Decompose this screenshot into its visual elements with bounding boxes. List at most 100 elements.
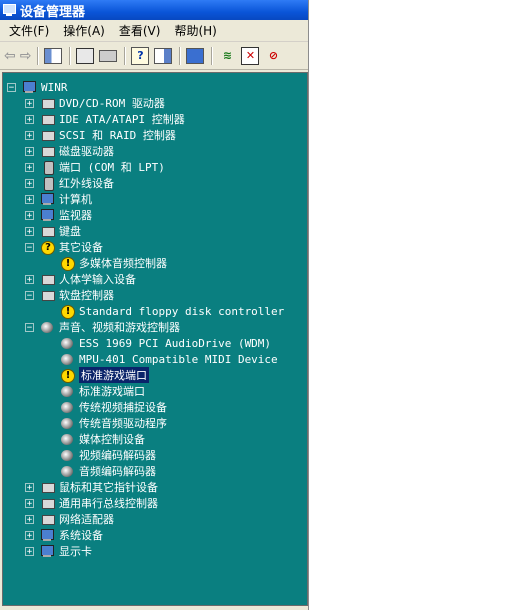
tree-item[interactable]: + 通用串行总线控制器 bbox=[25, 495, 158, 511]
toolbar-separator bbox=[37, 46, 40, 65]
tree-item-label: SCSI 和 RAID 控制器 bbox=[59, 129, 176, 142]
infrared-icon bbox=[40, 176, 56, 191]
expand-toggle[interactable]: + bbox=[25, 162, 34, 172]
expand-toggle[interactable]: + bbox=[25, 146, 34, 156]
back-arrow-icon[interactable]: ⇦ bbox=[4, 48, 16, 64]
expand-toggle[interactable]: + bbox=[25, 514, 34, 524]
tree-item[interactable]: + 网络适配器 bbox=[25, 511, 114, 527]
tree-item[interactable]: −? 其它设备 bbox=[25, 239, 103, 255]
tree-item[interactable]: 媒体控制设备 bbox=[45, 431, 145, 447]
tree-item-label: DVD/CD-ROM 驱动器 bbox=[59, 97, 165, 110]
tree-item[interactable]: ! Standard floppy disk controller bbox=[45, 303, 284, 319]
device-manager-icon bbox=[2, 3, 16, 17]
expand-toggle[interactable]: + bbox=[25, 274, 34, 284]
collapse-toggle[interactable]: − bbox=[25, 290, 34, 300]
usb-icon bbox=[40, 496, 56, 510]
monitor-icon bbox=[40, 208, 56, 222]
tree-item[interactable]: + 系统设备 bbox=[25, 527, 103, 543]
toolbar-separator bbox=[211, 46, 214, 65]
warning-icon: ! bbox=[60, 256, 76, 271]
warning-icon: ! bbox=[60, 304, 76, 319]
collapse-toggle[interactable]: − bbox=[25, 322, 34, 332]
expand-toggle[interactable]: + bbox=[25, 482, 34, 492]
collapse-toggle[interactable]: − bbox=[25, 242, 34, 252]
expand-toggle[interactable]: + bbox=[25, 114, 34, 124]
menu-file[interactable]: 文件(F) bbox=[4, 22, 58, 39]
window-title: 设备管理器 bbox=[20, 4, 86, 20]
update-driver-icon[interactable]: ≋ bbox=[218, 47, 236, 65]
tree-view-icon[interactable] bbox=[44, 47, 63, 65]
network-adapter-icon bbox=[40, 512, 56, 526]
tree-item-label: MPU-401 Compatible MIDI Device bbox=[79, 352, 278, 366]
menu-action[interactable]: 操作(A) bbox=[58, 22, 114, 39]
tree-item-label: 多媒体音频控制器 bbox=[79, 257, 167, 270]
forward-arrow-icon[interactable]: ⇨ bbox=[20, 48, 32, 64]
tree-item-label: 显示卡 bbox=[59, 545, 92, 558]
tree-item[interactable]: + 键盘 bbox=[25, 223, 81, 239]
device-manager-window: 设备管理器 文件(F) 操作(A) 查看(V) 帮助(H) ⇦ ⇨ ? ≋ ✕ … bbox=[0, 0, 309, 610]
device-tree[interactable]: − WINR + DVD/CD-ROM 驱动器 + IDE ATA/ATAPI 控制器… bbox=[2, 72, 308, 606]
tree-item[interactable]: + 显示卡 bbox=[25, 543, 92, 559]
tree-item[interactable]: − 声音、视频和游戏控制器 bbox=[25, 319, 180, 335]
tree-item[interactable]: − 软盘控制器 bbox=[25, 287, 114, 303]
tree-item[interactable]: ESS 1969 PCI AudioDrive (WDM) bbox=[45, 335, 271, 351]
toolbar: ⇦ ⇨ ? ≋ ✕ ⊘ bbox=[0, 42, 308, 70]
properties-icon[interactable] bbox=[76, 47, 95, 65]
tree-item[interactable]: + 鼠标和其它指针设备 bbox=[25, 479, 158, 495]
tree-item[interactable]: + IDE ATA/ATAPI 控制器 bbox=[25, 111, 185, 127]
scsi-icon bbox=[40, 128, 56, 142]
tree-item[interactable]: 传统视频捕捉设备 bbox=[45, 399, 167, 415]
tree-item[interactable]: 视频编码解码器 bbox=[45, 447, 156, 463]
tree-item-label: 系统设备 bbox=[59, 529, 103, 542]
tree-item-label: 端口 (COM 和 LPT) bbox=[59, 161, 165, 174]
expand-toggle[interactable]: + bbox=[25, 546, 34, 556]
expand-toggle[interactable]: + bbox=[25, 178, 34, 188]
expand-toggle[interactable]: + bbox=[25, 194, 34, 204]
disk-drive-icon bbox=[40, 144, 56, 158]
menu-help[interactable]: 帮助(H) bbox=[169, 22, 225, 39]
toolbar-separator bbox=[69, 46, 72, 65]
tree-item-label: 软盘控制器 bbox=[59, 289, 114, 302]
disable-icon[interactable]: ⊘ bbox=[264, 47, 282, 65]
tree-item[interactable]: 传统音频驱动程序 bbox=[45, 415, 167, 431]
tree-item-label: 网络适配器 bbox=[59, 513, 114, 526]
tree-item[interactable]: + 人体学输入设备 bbox=[25, 271, 136, 287]
tree-item[interactable]: 标准游戏端口 bbox=[45, 383, 145, 399]
expand-toggle[interactable]: + bbox=[25, 498, 34, 508]
console-icon[interactable] bbox=[154, 47, 173, 65]
scan-hardware-icon[interactable] bbox=[186, 47, 205, 65]
computer-icon bbox=[40, 192, 56, 206]
menu-view[interactable]: 查看(V) bbox=[114, 22, 170, 39]
speaker-icon bbox=[60, 400, 76, 414]
tree-item-label: 键盘 bbox=[59, 225, 81, 238]
tree-item[interactable]: + DVD/CD-ROM 驱动器 bbox=[25, 95, 165, 111]
speaker-icon bbox=[60, 352, 76, 366]
tree-item[interactable]: 音频编码解码器 bbox=[45, 463, 156, 479]
tree-item[interactable]: ! 标准游戏端口 bbox=[45, 367, 149, 383]
expand-toggle[interactable]: + bbox=[25, 210, 34, 220]
collapse-toggle[interactable]: − bbox=[7, 82, 16, 92]
title-bar[interactable]: 设备管理器 bbox=[0, 0, 308, 20]
hid-icon bbox=[40, 272, 56, 286]
tree-item[interactable]: + 监视器 bbox=[25, 207, 92, 223]
tree-item-label: 标准游戏端口 bbox=[79, 367, 149, 383]
tree-item[interactable]: + 端口 (COM 和 LPT) bbox=[25, 159, 165, 175]
speaker-icon bbox=[60, 416, 76, 430]
tree-root-label: WINR bbox=[41, 80, 68, 94]
tree-item[interactable]: + 磁盘驱动器 bbox=[25, 143, 114, 159]
tree-item[interactable]: + SCSI 和 RAID 控制器 bbox=[25, 127, 176, 143]
tree-item[interactable]: MPU-401 Compatible MIDI Device bbox=[45, 351, 278, 367]
tree-item[interactable]: + 计算机 bbox=[25, 191, 92, 207]
tree-item[interactable]: ! 多媒体音频控制器 bbox=[45, 255, 167, 271]
warning-icon: ! bbox=[60, 368, 76, 383]
uninstall-icon[interactable]: ✕ bbox=[241, 46, 260, 65]
toolbar-separator bbox=[124, 46, 127, 65]
expand-toggle[interactable]: + bbox=[25, 98, 34, 108]
tree-item[interactable]: + 红外线设备 bbox=[25, 175, 114, 191]
expand-toggle[interactable]: + bbox=[25, 226, 34, 236]
expand-toggle[interactable]: + bbox=[25, 530, 34, 540]
tree-root[interactable]: − WINR bbox=[7, 79, 68, 95]
help-icon[interactable]: ? bbox=[131, 46, 150, 65]
expand-toggle[interactable]: + bbox=[25, 130, 34, 140]
print-icon[interactable] bbox=[99, 47, 118, 65]
